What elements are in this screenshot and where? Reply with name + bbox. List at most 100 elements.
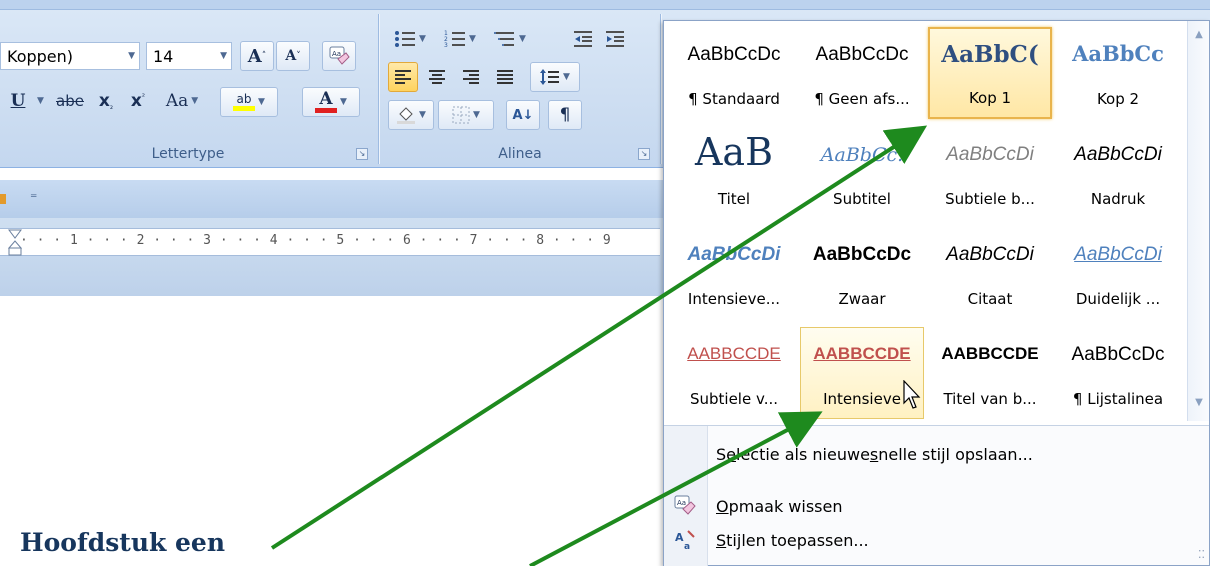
style-label: Nadruk	[1090, 190, 1146, 208]
styles-grid: AaBbCcDc ¶ Standaard AaBbCcDc ¶ Geen afs…	[672, 27, 1184, 427]
font-color-label: A	[319, 89, 333, 109]
font-dialog-launcher[interactable]: ↘	[356, 148, 368, 160]
scroll-up-icon[interactable]: ▲	[1191, 29, 1207, 43]
sort-button[interactable]: A↓	[506, 100, 540, 130]
chevron-down-icon: ▼	[563, 72, 570, 82]
superscript-button[interactable]: x²	[124, 86, 152, 116]
highlight-button[interactable]: ab ▼	[220, 87, 278, 117]
shrink-font-label: A	[285, 48, 297, 64]
chevron-down-icon: ▼	[340, 97, 347, 107]
chevron-down-icon[interactable]: ▼	[128, 51, 135, 61]
chevron-down-icon: ▼	[191, 96, 199, 106]
font-name-combo[interactable]: Koppen) ▼	[0, 42, 140, 70]
style-tile-intensieve-verwijzing[interactable]: AABBCCDE Intensieve	[800, 327, 924, 419]
align-right-icon	[463, 70, 479, 84]
horizontal-ruler[interactable]: · · · 1 · · · 2 · · · 3 · · · 4 · · · 5 …	[0, 228, 660, 256]
clear-formatting-item[interactable]: Opmaak wissen	[716, 490, 842, 522]
increase-indent-button[interactable]	[600, 24, 630, 54]
clear-formatting-icon: Aa	[329, 46, 350, 65]
style-tile-subtiele-benadrukking[interactable]: AaBbCcDi Subtiele b...	[928, 127, 1052, 219]
quick-access-bar: ₌	[0, 180, 665, 218]
align-center-button[interactable]	[422, 62, 452, 92]
font-color-button[interactable]: A ▼	[302, 87, 360, 117]
caret-down-icon: ˅	[296, 51, 301, 61]
strikethrough-button[interactable]: abe	[52, 86, 88, 116]
resize-grip-icon[interactable]: ⁚⁚	[1198, 548, 1205, 561]
customize-qat-icon[interactable]: ₌	[30, 186, 37, 202]
menu-text: S	[716, 444, 727, 464]
style-tile-kop-2[interactable]: AaBbCc Kop 2	[1056, 27, 1180, 119]
font-size-combo[interactable]: 14 ▼	[146, 42, 232, 70]
decrease-indent-button[interactable]	[568, 24, 598, 54]
style-label: Zwaar	[838, 290, 886, 308]
style-tile-subtiele-verwijzing[interactable]: AABBCCDE Subtiele v...	[672, 327, 796, 419]
underline-button[interactable]: U	[6, 86, 30, 116]
bullets-icon	[395, 31, 416, 47]
subscript-button[interactable]: x₂	[92, 86, 120, 116]
apply-styles-item[interactable]: Stijlen toepassen...	[716, 524, 869, 556]
style-tile-intensieve-nadruk[interactable]: AaBbCcDi Intensieve...	[672, 227, 796, 319]
line-spacing-icon	[540, 69, 560, 85]
style-label: Intensieve...	[687, 290, 781, 308]
style-label: Kop 2	[1096, 90, 1140, 108]
svg-text:Aa: Aa	[677, 499, 686, 507]
apply-styles-icon: A a	[675, 530, 695, 552]
justify-button[interactable]	[490, 62, 520, 92]
scroll-down-icon[interactable]: ▼	[1191, 397, 1207, 411]
style-tile-geen-afstand[interactable]: AaBbCcDc ¶ Geen afs...	[800, 27, 924, 119]
chevron-down-icon: ▼	[419, 34, 426, 44]
save-as-quick-style-item[interactable]: Se lectie als nieuwe s nelle stijl opslaan…	[716, 438, 1033, 470]
numbering-button[interactable]: 123 ▼	[438, 24, 482, 54]
style-tile-titel[interactable]: AaB Titel	[672, 127, 796, 219]
style-tile-titel-van-boek[interactable]: AABBCCDE Titel van b...	[928, 327, 1052, 419]
grow-font-button[interactable]: A ˄	[240, 41, 274, 71]
chevron-down-icon[interactable]: ▼	[220, 51, 227, 61]
highlight-swatch	[233, 106, 256, 111]
style-tile-kop-1[interactable]: AaBbC( Kop 1	[928, 27, 1052, 119]
style-tile-zwaar[interactable]: AaBbCcDc Zwaar	[800, 227, 924, 319]
style-tile-standaard[interactable]: AaBbCcDc ¶ Standaard	[672, 27, 796, 119]
style-tile-citaat[interactable]: AaBbCcDi Citaat	[928, 227, 1052, 319]
style-tile-subtitel[interactable]: AaBbCc. Subtitel	[800, 127, 924, 219]
increase-indent-icon	[606, 31, 624, 47]
style-sample: AaBbCcDi	[946, 144, 1034, 165]
shrink-font-button[interactable]: A ˅	[276, 41, 310, 71]
gallery-scrollbar[interactable]: ▲ ▼	[1187, 21, 1209, 421]
line-spacing-button[interactable]: ▼	[530, 62, 580, 92]
style-tile-nadruk[interactable]: AaBbCcDi Nadruk	[1056, 127, 1180, 219]
grow-font-label: A	[247, 45, 262, 67]
underline-dropdown[interactable]: ▼	[30, 86, 48, 116]
font-group: Koppen) ▼ 14 ▼ A ˄ A ˅ Aa U ▼ abe x ₂ x …	[0, 10, 376, 166]
menu-text: pmaak wissen	[728, 496, 843, 516]
borders-icon	[452, 106, 470, 124]
multilevel-list-button[interactable]: ▼	[488, 24, 532, 54]
highlight-label: ab	[236, 92, 252, 106]
align-left-button[interactable]	[388, 62, 418, 92]
show-formatting-button[interactable]: ¶	[548, 100, 582, 130]
font-color-icon: A	[315, 89, 338, 113]
bullets-button[interactable]: ▼	[388, 24, 432, 54]
ribbon-top-border	[0, 0, 1210, 10]
font-color-swatch	[315, 108, 338, 113]
style-label: Titel	[717, 190, 751, 208]
style-sample: AABBCCDE	[813, 344, 911, 363]
style-tile-lijstalinea[interactable]: AaBbCcDc ¶ Lijstalinea	[1056, 327, 1180, 419]
change-case-button[interactable]: Aa ▼	[156, 86, 208, 116]
document-heading[interactable]: Hoofdstuk een	[20, 528, 225, 557]
paragraph-dialog-launcher[interactable]: ↘	[638, 148, 650, 160]
svg-text:3: 3	[444, 42, 448, 48]
decrease-indent-icon	[574, 31, 592, 47]
style-label: ¶ Lijstalinea	[1072, 390, 1164, 408]
highlight-icon: ab	[233, 92, 256, 111]
borders-button[interactable]: ▼	[438, 100, 494, 130]
shading-button[interactable]: ▼	[388, 100, 434, 130]
clear-formatting-button[interactable]: Aa	[322, 41, 356, 71]
mouse-cursor-icon	[903, 380, 921, 409]
style-tile-duidelijk-citaat[interactable]: AaBbCcDi Duidelijk ...	[1056, 227, 1180, 319]
align-right-button[interactable]	[456, 62, 486, 92]
menu-text: nelle stijl opslaan...	[878, 444, 1033, 464]
multilevel-list-icon	[494, 32, 515, 46]
style-sample: AaBbCcDc	[687, 44, 781, 65]
strike-label: abe	[56, 92, 84, 110]
svg-text:A: A	[675, 531, 684, 544]
